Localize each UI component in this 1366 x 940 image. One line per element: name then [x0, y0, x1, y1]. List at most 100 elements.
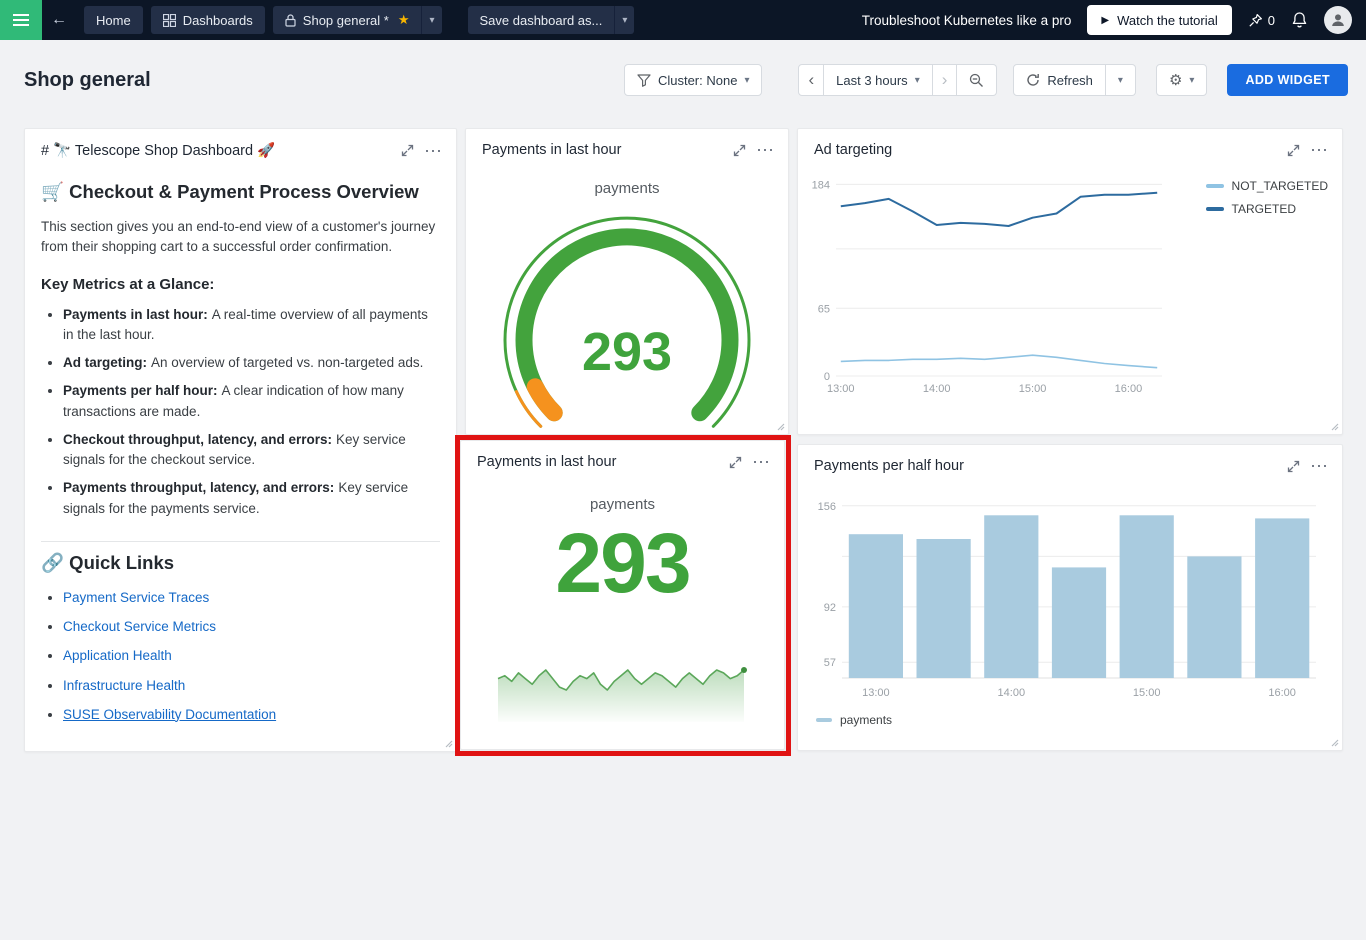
section-heading: 🛒 Checkout & Payment Process Overview	[41, 181, 440, 203]
svg-text:0: 0	[824, 371, 830, 383]
expand-icon[interactable]	[401, 144, 414, 157]
chart-legend: NOT_TARGETED TARGETED	[1206, 179, 1328, 216]
gauge-value: 293	[497, 321, 757, 383]
widget-header: Payments in last hour ⋯	[466, 129, 788, 164]
widget-menu-icon[interactable]: ⋯	[1310, 145, 1328, 155]
dashboards-button[interactable]: Dashboards	[151, 6, 265, 34]
series-label: payments	[461, 496, 784, 513]
widget-payments-gauge: Payments in last hour ⋯ payments 293	[465, 128, 789, 435]
cluster-filter-label: Cluster: None	[658, 73, 737, 88]
chart-legend[interactable]: payments	[816, 713, 1342, 727]
svg-text:156: 156	[818, 501, 836, 513]
svg-text:184: 184	[812, 179, 830, 191]
widget-markdown: # 🔭 Telescope Shop Dashboard 🚀 ⋯ 🛒 Check…	[24, 128, 457, 752]
dashboard-name-label: Shop general *	[303, 13, 389, 28]
page-header: Shop general Cluster: None ▾ ‹ Last 3 ho…	[0, 40, 1366, 120]
link-checkout-service-metrics[interactable]: Checkout Service Metrics	[63, 619, 216, 634]
zoom-out-button[interactable]	[957, 64, 997, 96]
list-item: Payment Service Traces	[63, 588, 440, 608]
svg-text:13:00: 13:00	[862, 687, 890, 699]
refresh-icon	[1026, 73, 1040, 87]
app-canvas: ← Home Dashboards Shop general * ★ ▾	[0, 0, 1366, 940]
notifications-button[interactable]	[1291, 11, 1308, 29]
add-widget-button[interactable]: ADD WIDGET	[1227, 64, 1348, 96]
svg-text:15:00: 15:00	[1133, 687, 1161, 699]
metric-value: 293	[461, 515, 784, 612]
expand-icon[interactable]	[1287, 144, 1300, 157]
widget-ad-targeting: Ad targeting ⋯ 18465013:0014:0015:0016:0…	[797, 128, 1343, 435]
legend-item[interactable]: TARGETED	[1206, 202, 1328, 216]
time-range-label: Last 3 hours	[836, 73, 908, 88]
lock-icon	[285, 14, 296, 27]
favorite-star-icon[interactable]: ★	[398, 12, 410, 28]
widget-menu-icon[interactable]: ⋯	[752, 457, 770, 467]
svg-text:65: 65	[818, 303, 830, 315]
cluster-filter-button[interactable]: Cluster: None ▾	[624, 64, 763, 96]
dashboards-label: Dashboards	[183, 13, 253, 28]
metrics-heading: Key Metrics at a Glance:	[41, 276, 440, 293]
user-avatar[interactable]	[1324, 6, 1352, 34]
widget-header: Payments per half hour ⋯	[798, 445, 1342, 480]
widget-menu-icon[interactable]: ⋯	[424, 146, 442, 156]
expand-icon[interactable]	[733, 144, 746, 157]
time-range-group: ‹ Last 3 hours ▾ ›	[798, 64, 997, 96]
legend-item[interactable]: NOT_TARGETED	[1206, 179, 1328, 193]
dashboard-settings-button[interactable]: ⚙ ▾	[1156, 64, 1207, 96]
current-dashboard-button[interactable]: Shop general * ★	[273, 6, 422, 34]
chevron-down-icon: ▾	[1118, 75, 1123, 86]
key-metrics-list: Payments in last hour:A real-time overvi…	[63, 305, 440, 519]
time-forward-button[interactable]: ›	[933, 64, 958, 96]
legend-swatch-targeted	[1206, 207, 1224, 211]
watch-tutorial-button[interactable]: ▶ Watch the tutorial	[1087, 5, 1231, 35]
pinned-items-button[interactable]: 0	[1248, 13, 1275, 28]
widget-title: Payments in last hour	[482, 142, 733, 158]
list-item: Infrastructure Health	[63, 676, 440, 696]
time-range-button[interactable]: Last 3 hours ▾	[824, 64, 933, 96]
link-infrastructure-health[interactable]: Infrastructure Health	[63, 678, 185, 693]
svg-text:14:00: 14:00	[923, 383, 951, 395]
svg-text:57: 57	[824, 657, 836, 669]
list-item: Payments in last hour:A real-time overvi…	[63, 305, 440, 346]
resize-handle[interactable]	[776, 422, 785, 431]
markdown-content: 🛒 Checkout & Payment Process Overview Th…	[25, 165, 456, 725]
play-icon: ▶	[1101, 15, 1109, 26]
refresh-button[interactable]: Refresh	[1013, 64, 1106, 96]
gear-icon: ⚙	[1169, 71, 1182, 89]
save-menu-chevron[interactable]: ▾	[614, 6, 634, 34]
dashboard-menu-chevron[interactable]: ▾	[421, 6, 441, 34]
widget-menu-icon[interactable]: ⋯	[756, 145, 774, 155]
expand-icon[interactable]	[729, 456, 742, 469]
back-button[interactable]: ←	[42, 6, 76, 34]
link-application-health[interactable]: Application Health	[63, 648, 172, 663]
time-back-button[interactable]: ‹	[798, 64, 824, 96]
resize-handle[interactable]	[1330, 422, 1339, 431]
svg-text:13:00: 13:00	[827, 383, 855, 395]
link-suse-observability-docs[interactable]: SUSE Observability Documentation	[63, 707, 276, 722]
home-button[interactable]: Home	[84, 6, 143, 34]
resize-handle[interactable]	[444, 739, 453, 748]
divider	[41, 541, 440, 542]
link-payment-service-traces[interactable]: Payment Service Traces	[63, 590, 209, 605]
resize-handle[interactable]	[1330, 738, 1339, 747]
person-icon	[1330, 12, 1346, 28]
save-dashboard-as-button[interactable]: Save dashboard as...	[468, 6, 615, 34]
chevron-down-icon: ▾	[1189, 75, 1194, 86]
quick-links-list: Payment Service Traces Checkout Service …	[63, 588, 440, 725]
home-label: Home	[96, 13, 131, 28]
list-item: Payments throughput, latency, and errors…	[63, 478, 440, 519]
payments-bar-chart: 156925713:0014:0015:0016:00	[812, 480, 1326, 704]
widget-menu-icon[interactable]: ⋯	[1310, 461, 1328, 471]
sparkline-area	[493, 660, 753, 735]
svg-text:16:00: 16:00	[1115, 383, 1143, 395]
hamburger-menu-button[interactable]	[0, 0, 42, 40]
widget-title: Ad targeting	[814, 142, 1287, 158]
refresh-options-chevron[interactable]: ▾	[1106, 64, 1136, 96]
top-navigation-bar: ← Home Dashboards Shop general * ★ ▾	[0, 0, 1366, 40]
zoom-out-icon	[969, 73, 984, 88]
widget-title: Payments per half hour	[814, 458, 1287, 474]
widget-payments-number: Payments in last hour ⋯ payments 293	[460, 440, 785, 750]
expand-icon[interactable]	[1287, 460, 1300, 473]
promo-text: Troubleshoot Kubernetes like a pro	[862, 13, 1072, 28]
refresh-label: Refresh	[1047, 73, 1093, 88]
page-title: Shop general	[24, 69, 151, 92]
